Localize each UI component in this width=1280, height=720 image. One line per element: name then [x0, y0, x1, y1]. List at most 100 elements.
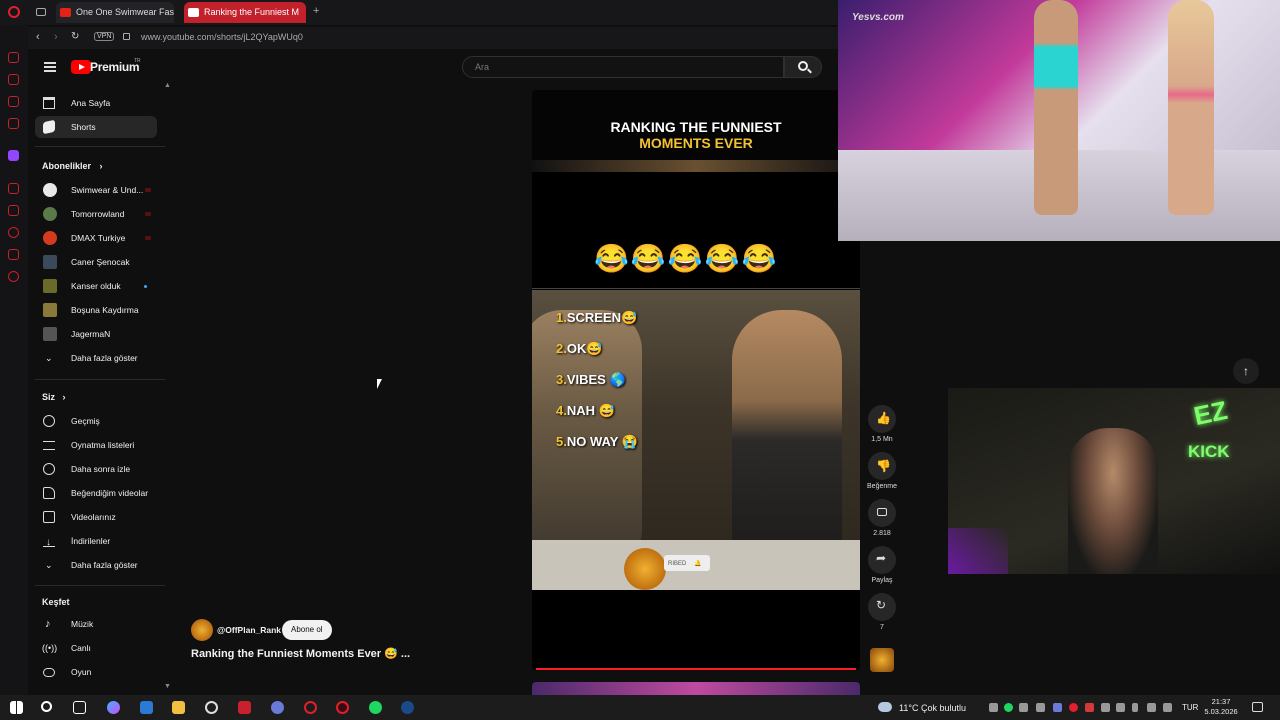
channel-avatar[interactable]: [191, 619, 213, 641]
new-tab-button[interactable]: +: [313, 5, 319, 17]
sidebar-item-home[interactable]: Ana Sayfa: [35, 92, 157, 114]
sidebar-item-playlists[interactable]: Oynatma listeleri: [35, 434, 157, 456]
sidebar-scroll-down-icon[interactable]: ▼: [164, 683, 171, 690]
bookmarks-icon[interactable]: [8, 205, 19, 216]
steam-icon[interactable]: [401, 701, 414, 714]
task-view-icon[interactable]: [73, 701, 86, 714]
workspaces-icon[interactable]: [36, 8, 46, 16]
rank-number: 4.: [556, 403, 567, 418]
sound-thumbnail[interactable]: [870, 648, 894, 672]
url-field[interactable]: www.youtube.com/shorts/jL2QYapWUq0: [141, 32, 303, 42]
windows-start-icon[interactable]: [10, 701, 23, 714]
tray-app-icon[interactable]: [1036, 703, 1045, 712]
reload-icon[interactable]: ↻: [71, 31, 79, 42]
opera-icon[interactable]: [304, 701, 317, 714]
sidebar-item-label: Swimwear & Und...: [71, 185, 144, 195]
logo-text[interactable]: Premium: [90, 60, 140, 74]
sidebar-item-your-videos[interactable]: Videolarınız: [35, 506, 157, 528]
dislike-button[interactable]: 👎 Beğenme: [866, 452, 898, 490]
twitch-icon[interactable]: [8, 150, 19, 161]
sidebar-item-subscription[interactable]: Caner Şenocak: [35, 251, 157, 273]
tray-spotify-icon[interactable]: [1004, 703, 1013, 712]
next-short-preview[interactable]: [532, 682, 860, 695]
tab-swimwear[interactable]: One One Swimwear Fashi: [56, 2, 174, 23]
mail-icon[interactable]: [140, 701, 153, 714]
copilot-icon[interactable]: [107, 701, 120, 714]
notification-icon[interactable]: [1252, 702, 1263, 712]
tray-discord-icon[interactable]: [1053, 703, 1062, 712]
tray-app-icon[interactable]: [1101, 703, 1110, 712]
sidebar-item-subscription[interactable]: DMAX Turkiye: [35, 227, 157, 249]
subscribe-button[interactable]: Abone ol: [282, 620, 332, 640]
language-indicator[interactable]: TUR: [1182, 703, 1198, 712]
menu-icon[interactable]: [44, 62, 56, 72]
sidebar-item-subscription[interactable]: Swimwear & Und...: [35, 179, 157, 201]
ranking-item: 4.NAH 😅: [556, 403, 615, 419]
rank-text: NO WAY 😭: [566, 434, 638, 449]
sidebar-item-history[interactable]: Geçmiş: [35, 410, 157, 432]
sidebar-item-watch-later[interactable]: Daha sonra izle: [35, 458, 157, 480]
tray-app-icon[interactable]: [1085, 703, 1094, 712]
sidebar-item-live[interactable]: ((•)) Canlı: [35, 637, 157, 659]
tray-app-icon[interactable]: [1116, 703, 1125, 712]
weather-text[interactable]: 11°C Çok bulutlu: [899, 703, 966, 713]
back-icon[interactable]: ‹: [36, 31, 40, 43]
vpn-badge[interactable]: VPN: [94, 32, 115, 41]
history-shortcut-icon[interactable]: [8, 52, 19, 63]
avatar: [43, 327, 57, 341]
file-explorer-icon[interactable]: [172, 701, 185, 714]
sidebar-scroll-up-icon[interactable]: ▲: [164, 82, 171, 89]
sidebar-item-subscription[interactable]: Boşuna Kaydırma: [35, 299, 157, 321]
show-more-you-button[interactable]: ⌄ Daha fazla göster: [35, 554, 157, 576]
tab-ranking-funniest[interactable]: Ranking the Funniest M: [184, 2, 306, 23]
sidebar-item-shorts[interactable]: Shorts: [35, 116, 157, 138]
tray-overflow-icon[interactable]: [989, 703, 998, 712]
subscriptions-heading[interactable]: Abonelikler ›: [42, 161, 103, 171]
scroll-to-top-button[interactable]: ↑: [1233, 358, 1259, 384]
microphone-icon[interactable]: [1132, 703, 1138, 712]
sidebar-item-gaming[interactable]: Oyun: [35, 661, 157, 683]
shorts-video-player[interactable]: RANKING THE FUNNIEST MOMENTS EVER 😂😂😂😂😂 …: [532, 90, 860, 670]
channel-handle[interactable]: @OffPlan_Rank: [217, 625, 281, 635]
sidebar-item-downloads[interactable]: ↓ İndirilenler: [35, 530, 157, 552]
weather-icon[interactable]: [878, 702, 892, 712]
messenger-icon[interactable]: [8, 96, 19, 107]
spotify-icon[interactable]: [369, 701, 382, 714]
tray-opera-icon[interactable]: [1069, 703, 1078, 712]
clock[interactable]: 21:37 5.03.2026: [1204, 697, 1238, 717]
settings-shortcut-icon[interactable]: [8, 271, 19, 282]
sidebar-item-music[interactable]: ♪ Müzik: [35, 613, 157, 635]
sidebar-item-subscription[interactable]: Tomorrowland: [35, 203, 157, 225]
aria-icon[interactable]: [8, 74, 19, 85]
share-button[interactable]: ➦ Paylaş: [866, 546, 898, 584]
video-title[interactable]: Ranking the Funniest Moments Ever 😅 ...: [191, 647, 410, 660]
search-icon[interactable]: [41, 701, 52, 712]
opera-logo-icon[interactable]: [8, 6, 20, 18]
comments-button[interactable]: 2.818: [866, 499, 898, 537]
you-heading[interactable]: Siz ›: [42, 392, 66, 402]
obs-icon[interactable]: [205, 701, 218, 714]
like-button[interactable]: 👍 1,5 Mn: [866, 405, 898, 443]
player-icon[interactable]: [8, 183, 19, 194]
sidebar-item-liked-videos[interactable]: Beğendiğim videolar: [35, 482, 157, 504]
chevron-down-icon: ⌄: [45, 560, 53, 570]
show-more-subscriptions-button[interactable]: ⌄ Daha fazla göster: [35, 347, 157, 369]
video-progress-bar[interactable]: [536, 668, 856, 670]
search-button[interactable]: [784, 56, 822, 78]
webcam-overlay: EZ KICK: [948, 388, 1280, 574]
download-shortcut-icon[interactable]: [8, 249, 19, 260]
volume-icon[interactable]: [1163, 703, 1172, 712]
network-icon[interactable]: [1147, 703, 1156, 712]
tray-steam-icon[interactable]: [1019, 703, 1028, 712]
search-input[interactable]: Ara: [462, 56, 784, 78]
sidebar-item-subscription[interactable]: JagermaN: [35, 323, 157, 345]
youtube-logo-icon[interactable]: [71, 60, 91, 74]
whatsapp-icon[interactable]: [8, 118, 19, 129]
discord-icon[interactable]: [271, 701, 284, 714]
voicemeeter-icon[interactable]: [238, 701, 251, 714]
sidebar-item-subscription[interactable]: Kanser olduk: [35, 275, 157, 297]
clock-icon[interactable]: [8, 227, 19, 238]
remix-button[interactable]: ↻ 7: [866, 593, 898, 631]
forward-icon[interactable]: ›: [54, 31, 58, 43]
opera-gx-icon[interactable]: [336, 701, 349, 714]
